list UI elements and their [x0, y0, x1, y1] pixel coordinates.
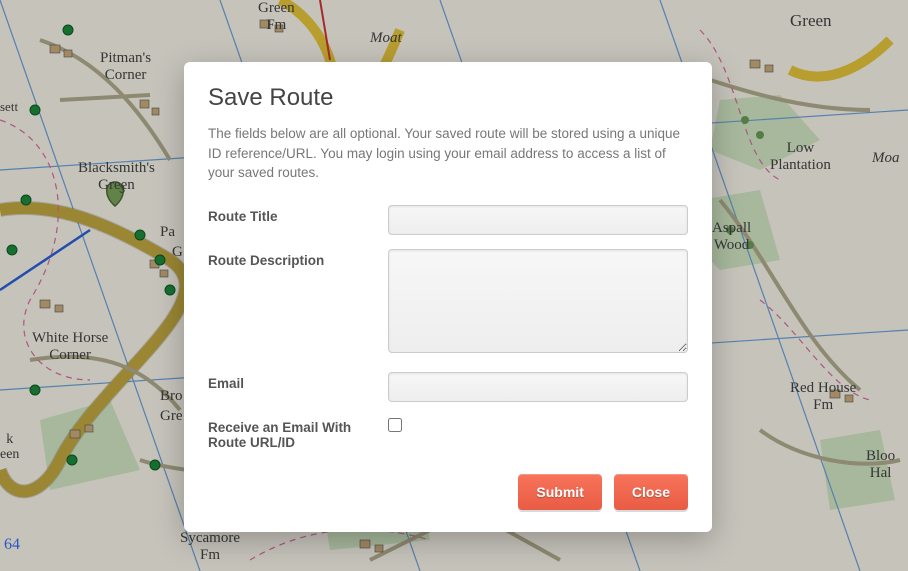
save-route-modal: Save Route The fields below are all opti…: [184, 62, 712, 532]
route-description-label: Route Description: [208, 249, 388, 268]
close-button[interactable]: Close: [614, 474, 688, 510]
modal-button-row: Submit Close: [208, 474, 688, 510]
form-row-route-description: Route Description: [208, 249, 688, 358]
email-input[interactable]: [388, 372, 688, 402]
route-description-input[interactable]: [388, 249, 688, 353]
form-row-receive-email: Receive an Email With Route URL/ID: [208, 416, 688, 450]
modal-title: Save Route: [208, 84, 688, 112]
submit-button[interactable]: Submit: [518, 474, 601, 510]
modal-description: The fields below are all optional. Your …: [208, 124, 688, 183]
form-row-email: Email: [208, 372, 688, 402]
route-title-input[interactable]: [388, 205, 688, 235]
route-title-label: Route Title: [208, 205, 388, 224]
email-label: Email: [208, 372, 388, 391]
receive-email-label: Receive an Email With Route URL/ID: [208, 416, 388, 450]
form-row-route-title: Route Title: [208, 205, 688, 235]
receive-email-checkbox[interactable]: [388, 418, 402, 432]
